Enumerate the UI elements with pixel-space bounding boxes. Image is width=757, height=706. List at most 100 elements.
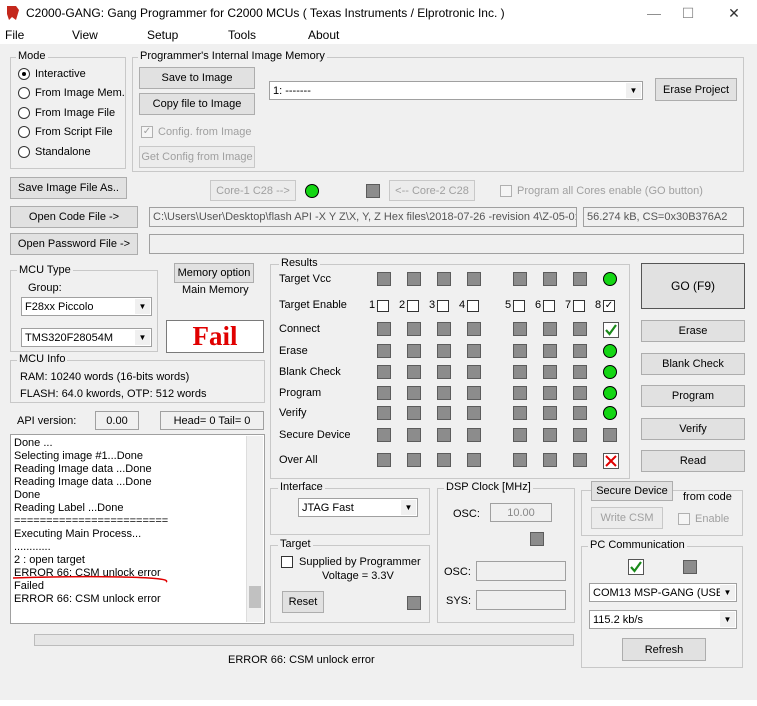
cross-icon — [605, 455, 617, 467]
target-enable-checkbox-6[interactable] — [543, 300, 555, 312]
minimize-button[interactable]: — — [640, 3, 668, 23]
target-enable-checkbox-2[interactable] — [407, 300, 419, 312]
mcu-info-flash: FLASH: 64.0 kwords, OTP: 512 words — [20, 388, 207, 400]
menu-bar: File View Setup Tools About — [0, 26, 757, 44]
memory-option-button[interactable]: Memory option — [174, 263, 254, 283]
copy-file-to-image-button[interactable]: Copy file to Image — [139, 93, 255, 115]
maximize-button[interactable]: ☐ — [674, 3, 702, 23]
mode-radio-image-mem[interactable] — [18, 87, 30, 99]
core2-status-indicator — [366, 184, 380, 198]
baud-rate-select[interactable]: 115.2 kb/s ▼ — [589, 610, 737, 629]
connect-ok-indicator — [603, 322, 619, 338]
target-enable-checkbox-4[interactable] — [467, 300, 479, 312]
status-ok-indicator — [603, 365, 617, 379]
results-title: Results — [279, 257, 320, 269]
target-enable-checkbox-8[interactable]: ✓ — [603, 300, 615, 312]
status-ok-indicator — [603, 344, 617, 358]
open-password-file-button[interactable]: Open Password File -> — [10, 233, 138, 255]
write-csm-button[interactable]: Write CSM — [591, 507, 663, 529]
config-from-image-label: Config. from Image — [158, 126, 252, 138]
target-enable-checkbox-3[interactable] — [437, 300, 449, 312]
status-text: Fail — [192, 321, 238, 351]
mode-radio-interactive[interactable] — [18, 68, 30, 80]
image-memory-select[interactable]: 1: ------- ▼ — [269, 81, 643, 100]
secure-device-indicator — [513, 428, 527, 442]
core1-button[interactable]: Core-1 C28 --> — [210, 180, 296, 201]
mode-label-standalone: Standalone — [35, 146, 91, 158]
target-title: Target — [278, 538, 313, 550]
mcu-group-value: F28xx Piccolo — [25, 300, 94, 313]
target-enable-checkbox-7[interactable] — [573, 300, 585, 312]
log-scrollbar-thumb[interactable] — [249, 586, 261, 608]
mode-radio-standalone[interactable] — [18, 146, 30, 158]
program-button[interactable]: Program — [641, 385, 745, 407]
interface-select[interactable]: JTAG Fast ▼ — [298, 498, 418, 517]
save-to-image-button[interactable]: Save to Image — [139, 67, 255, 89]
close-button[interactable]: ✕ — [720, 3, 748, 23]
go-button[interactable]: GO (F9) — [641, 263, 745, 309]
over-all-indicator — [377, 453, 391, 467]
mode-radio-script-file[interactable] — [18, 126, 30, 138]
log-panel[interactable]: Done ... Selecting image #1...Done Readi… — [10, 434, 265, 624]
interface-value: JTAG Fast — [302, 501, 354, 514]
dsp-osc-value: 10.00 — [490, 503, 552, 522]
verify-indicator — [543, 406, 557, 420]
erase-indicator — [513, 344, 527, 358]
supplied-by-programmer-label: Supplied by Programmer — [299, 556, 421, 568]
mode-radio-image-file[interactable] — [18, 107, 30, 119]
mode-label-interactive: Interactive — [35, 68, 86, 80]
over-all-indicator — [437, 453, 451, 467]
status-ok-indicator — [603, 386, 617, 400]
mcu-device-select[interactable]: TMS320F28054M ▼ — [21, 328, 152, 347]
menu-view[interactable]: View — [72, 28, 98, 42]
target-enable-checkbox-1[interactable] — [377, 300, 389, 312]
menu-setup[interactable]: Setup — [147, 28, 178, 42]
erase-project-button[interactable]: Erase Project — [655, 78, 737, 101]
pc-comm-ok-indicator — [628, 559, 644, 575]
get-config-from-image-button[interactable]: Get Config from Image — [139, 146, 255, 168]
mode-label-image-file: From Image File — [35, 107, 116, 119]
window-bottom-edge — [0, 700, 757, 706]
save-image-file-button[interactable]: Save Image File As.. — [10, 177, 127, 199]
secure-device-indicator — [543, 428, 557, 442]
open-code-file-button[interactable]: Open Code File -> — [10, 206, 138, 228]
target-enable-checkbox-5[interactable] — [513, 300, 525, 312]
verify-indicator — [467, 406, 481, 420]
dsp-clock-title: DSP Clock [MHz] — [444, 481, 533, 493]
menu-tools[interactable]: Tools — [228, 28, 256, 42]
refresh-button[interactable]: Refresh — [622, 638, 706, 661]
chevron-down-icon: ▼ — [135, 330, 150, 345]
target-vcc-indicator — [573, 272, 587, 286]
mcu-group-select[interactable]: F28xx Piccolo ▼ — [21, 297, 152, 316]
verify-indicator — [407, 406, 421, 420]
status-ok-indicator — [603, 272, 617, 286]
target-enable-number: 7 — [565, 299, 572, 311]
error-underline-annotation — [12, 575, 168, 583]
dsp-status-indicator — [530, 532, 544, 546]
secure-device-button[interactable]: Secure Device — [591, 481, 673, 501]
core2-button[interactable]: <-- Core-2 C28 — [389, 180, 475, 201]
target-vcc-indicator — [377, 272, 391, 286]
program-all-cores-checkbox[interactable] — [500, 185, 512, 197]
verify-indicator — [377, 406, 391, 420]
blank-check-button[interactable]: Blank Check — [641, 353, 745, 375]
ti-logo-icon — [7, 6, 19, 20]
erase-button[interactable]: Erase — [641, 320, 745, 342]
menu-file[interactable]: File — [5, 28, 24, 42]
connect-indicator — [437, 322, 451, 336]
reset-button[interactable]: Reset — [282, 591, 324, 613]
over-all-indicator — [573, 453, 587, 467]
log-line: Reading Label ...Done — [14, 502, 124, 514]
menu-about[interactable]: About — [308, 28, 339, 42]
status-ok-indicator — [603, 406, 617, 420]
supplied-by-programmer-checkbox[interactable] — [281, 556, 293, 568]
com-port-select[interactable]: COM13 MSP-GANG (USE ▼ — [589, 583, 737, 602]
over-all-indicator — [467, 453, 481, 467]
read-button[interactable]: Read — [641, 450, 745, 472]
log-line: Selecting image #1...Done — [14, 450, 144, 462]
log-line: Reading Image data ...Done — [14, 476, 152, 488]
config-from-image-checkbox[interactable]: ✓ — [141, 126, 153, 138]
verify-button[interactable]: Verify — [641, 418, 745, 440]
log-scrollbar[interactable] — [246, 436, 263, 622]
secure-enable-checkbox[interactable] — [678, 513, 690, 525]
